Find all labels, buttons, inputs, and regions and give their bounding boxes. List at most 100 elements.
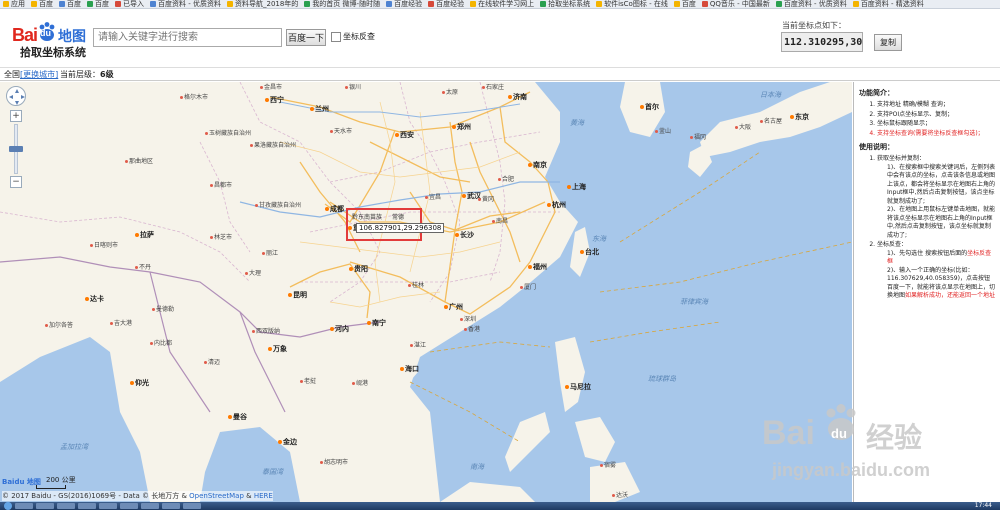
map-place-label[interactable]: 湛江 bbox=[410, 340, 426, 349]
map-place-label[interactable]: 银川 bbox=[345, 82, 361, 91]
map-place-label[interactable]: 清迈 bbox=[204, 357, 220, 366]
map-place-label[interactable]: 果洛藏族自治州 bbox=[250, 140, 296, 149]
map-place-label[interactable]: 玉树藏族自治州 bbox=[205, 128, 251, 137]
map-place-label[interactable]: 河内 bbox=[330, 324, 349, 334]
bookmark-item[interactable]: 百度经验 bbox=[386, 0, 422, 8]
map-place-label[interactable]: 福冈 bbox=[690, 132, 706, 141]
bookmark-item[interactable]: 百度经验 bbox=[428, 0, 464, 8]
bookmark-item[interactable]: 百度 bbox=[87, 0, 109, 8]
map-place-label[interactable]: 广州 bbox=[444, 302, 463, 312]
map-place-label[interactable]: 贵阳 bbox=[349, 264, 368, 274]
osm-link[interactable]: OpenStreetMap bbox=[189, 492, 244, 500]
map-place-label[interactable]: 昆明 bbox=[288, 290, 307, 300]
bookmark-item[interactable]: 百度 bbox=[59, 0, 81, 8]
map-place-label[interactable]: 曼谷 bbox=[228, 412, 247, 422]
taskbar-app-icon[interactable] bbox=[120, 503, 138, 509]
map-place-label[interactable]: 南宁 bbox=[367, 318, 386, 328]
here-link[interactable]: HERE bbox=[254, 492, 273, 500]
zoom-out-button[interactable]: − bbox=[10, 176, 22, 188]
map-place-label[interactable]: 海口 bbox=[400, 364, 419, 374]
bookmark-item[interactable]: 在线软件学习网上 bbox=[470, 0, 534, 8]
map-place-label[interactable]: 宿雾 bbox=[600, 460, 616, 469]
map-place-label[interactable]: 桂林 bbox=[408, 280, 424, 289]
map-place-label[interactable]: 香港 bbox=[464, 324, 480, 333]
map-place-label[interactable]: 台北 bbox=[580, 247, 599, 257]
map-place-label[interactable]: 大理 bbox=[245, 268, 261, 277]
map-place-label[interactable]: 西宁 bbox=[265, 95, 284, 105]
map-place-label[interactable]: 大阪 bbox=[735, 122, 751, 131]
taskbar-app-icon[interactable] bbox=[99, 503, 117, 509]
map-place-label[interactable]: 加尔各答 bbox=[45, 320, 73, 329]
coord-output-field[interactable]: 112.310295,30.450762 bbox=[781, 32, 863, 52]
bookmark-item[interactable]: 我的首页 微博-随时随 bbox=[304, 0, 380, 8]
map-place-label[interactable]: 石家庄 bbox=[482, 82, 504, 91]
map-place-label[interactable]: 曼德勒 bbox=[152, 304, 174, 313]
bookmark-item[interactable]: 软件isCo图标 - 在线 bbox=[596, 0, 668, 8]
map-place-label[interactable]: 内比都 bbox=[150, 338, 172, 347]
map-place-label[interactable]: 岘港 bbox=[352, 378, 368, 387]
bookmark-item[interactable]: 百度资料 - 优质资料 bbox=[775, 0, 847, 8]
map-place-label[interactable]: 釜山 bbox=[655, 126, 671, 135]
map-place-label[interactable]: 杭州 bbox=[547, 200, 566, 210]
map-place-label[interactable]: 成都 bbox=[325, 204, 344, 214]
map-place-label[interactable]: 万象 bbox=[268, 344, 287, 354]
map-place-label[interactable]: 老挝 bbox=[300, 376, 316, 385]
map-place-label[interactable]: 郑州 bbox=[452, 122, 471, 132]
taskbar-app-icon[interactable] bbox=[36, 503, 54, 509]
map-place-label[interactable]: 那曲地区 bbox=[125, 156, 153, 165]
map-place-label[interactable]: 格尔木市 bbox=[180, 92, 208, 101]
bookmark-item[interactable]: 百度资料 - 精选资料 bbox=[852, 0, 924, 8]
taskbar-app-icon[interactable] bbox=[183, 503, 201, 509]
map-place-label[interactable]: 胡志明市 bbox=[320, 457, 348, 466]
bookmark-item[interactable]: 百度资料 - 优质资料 bbox=[150, 0, 221, 8]
map-place-label[interactable]: 日喀则市 bbox=[90, 240, 118, 249]
copy-button[interactable]: 复制 bbox=[874, 34, 902, 51]
map-place-label[interactable]: 宜昌 bbox=[425, 192, 441, 201]
map-canvas[interactable]: 西宁兰州银川太原石家庄济南郑州西安天水市南京合肥上海杭州武汉成都重庆长沙南昌福州… bbox=[0, 82, 852, 502]
bookmark-item[interactable]: 资料导航_2018年的 bbox=[226, 0, 298, 8]
pan-control[interactable] bbox=[6, 86, 26, 106]
map-place-label[interactable]: 黄冈 bbox=[478, 194, 494, 203]
switch-city-link[interactable]: [更换城市] bbox=[20, 70, 58, 79]
map-place-label[interactable]: 上海 bbox=[567, 182, 586, 192]
map-place-label[interactable]: 达沃 bbox=[612, 490, 628, 499]
map-place-label[interactable]: 丽江 bbox=[262, 248, 278, 257]
map-place-label[interactable]: 吉大港 bbox=[110, 318, 132, 327]
reverse-lookup-checkbox[interactable] bbox=[331, 32, 341, 42]
search-button[interactable]: 百度一下 bbox=[286, 29, 326, 46]
map-place-label[interactable]: 拉萨 bbox=[135, 230, 154, 240]
bookmark-item[interactable]: 百度 bbox=[673, 0, 696, 8]
map-place-label[interactable]: 金昌市 bbox=[260, 82, 282, 91]
map-place-label[interactable]: 南京 bbox=[528, 160, 547, 170]
map-place-label[interactable]: 马尼拉 bbox=[565, 382, 591, 392]
map-place-label[interactable]: 福州 bbox=[528, 262, 547, 272]
bookmark-item[interactable]: 百度 bbox=[31, 0, 53, 8]
map-place-label[interactable]: 太原 bbox=[442, 87, 458, 96]
map-place-label[interactable]: 合肥 bbox=[498, 174, 514, 183]
bookmark-item[interactable]: 应用 bbox=[3, 0, 25, 8]
map-place-label[interactable]: 不丹 bbox=[135, 262, 151, 271]
map-place-label[interactable]: 济南 bbox=[508, 92, 527, 102]
taskbar-app-icon[interactable] bbox=[57, 503, 75, 509]
taskbar-app-icon[interactable] bbox=[162, 503, 180, 509]
map-place-label[interactable]: 甘孜藏族自治州 bbox=[255, 200, 301, 209]
map-place-label[interactable]: 名古屋 bbox=[760, 116, 782, 125]
map-place-label[interactable]: 首尔 bbox=[640, 102, 659, 112]
search-input[interactable] bbox=[93, 28, 282, 47]
map-place-label[interactable]: 天水市 bbox=[330, 126, 352, 135]
map-place-label[interactable]: 西双版纳 bbox=[252, 326, 280, 335]
map-place-label[interactable]: 深圳 bbox=[460, 314, 476, 323]
map-place-label[interactable]: 兰州 bbox=[310, 104, 329, 114]
map-place-label[interactable]: 东京 bbox=[790, 112, 809, 122]
bookmark-item[interactable]: 已导入 bbox=[115, 0, 144, 8]
start-button-icon[interactable] bbox=[4, 502, 12, 510]
zoom-in-button[interactable]: + bbox=[10, 110, 22, 122]
taskbar-app-icon[interactable] bbox=[78, 503, 96, 509]
bookmark-item[interactable]: QQ音乐 - 中国最新 bbox=[701, 0, 770, 8]
map-place-label[interactable]: 金边 bbox=[278, 437, 297, 447]
map-place-label[interactable]: 南昌 bbox=[492, 216, 508, 225]
map-place-label[interactable]: 昌都市 bbox=[210, 180, 232, 189]
map-place-label[interactable]: 厦门 bbox=[520, 282, 536, 291]
map-place-label[interactable]: 达卡 bbox=[85, 294, 104, 304]
taskbar-app-icon[interactable] bbox=[141, 503, 159, 509]
